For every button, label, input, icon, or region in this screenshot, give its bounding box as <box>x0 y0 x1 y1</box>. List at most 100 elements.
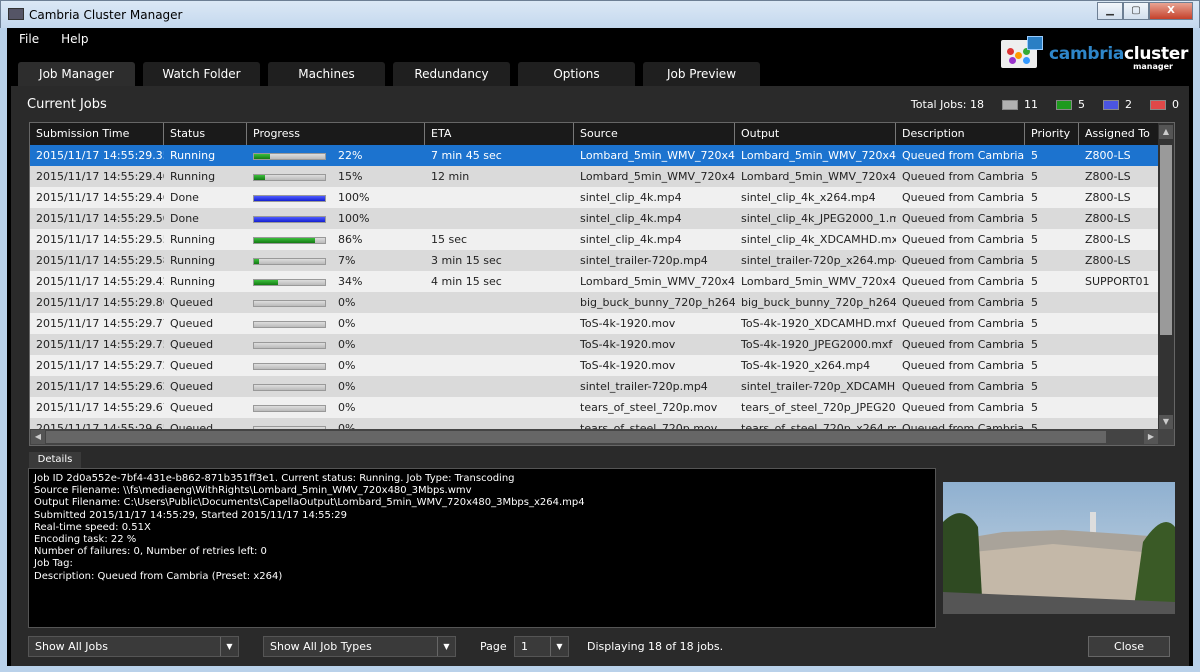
cell-eta <box>425 376 574 397</box>
tab-redundancy[interactable]: Redundancy <box>393 62 510 86</box>
details-line: Real-time speed: 0.51X <box>34 521 151 533</box>
maximize-button[interactable]: ▢ <box>1123 2 1149 20</box>
cell-time: 2015/11/17 14:55:29.581 <box>36 254 164 267</box>
column-header-priority[interactable]: Priority <box>1025 123 1079 145</box>
details-line: Output Filename: C:\Users\Public\Documen… <box>34 497 585 509</box>
cell-time: 2015/11/17 14:55:29.804 <box>36 296 164 309</box>
scroll-right-icon[interactable]: ▶ <box>1144 430 1158 444</box>
details-line: Description: Queued from Cambria (Preset… <box>34 570 283 582</box>
scroll-left-icon[interactable]: ◀ <box>31 430 45 444</box>
table-row[interactable]: 2015/11/17 14:55:29.751 Queued 0% ToS-4k-19… <box>30 334 1159 355</box>
page-dropdown[interactable]: 1 ▼ <box>514 636 569 657</box>
column-header-submission-time[interactable]: Submission Time <box>30 123 164 145</box>
app-icon <box>8 8 24 20</box>
table-row[interactable]: 2015/11/17 14:55:29.354 Running 22% 7 min 4… <box>30 145 1159 166</box>
scroll-down-icon[interactable]: ▼ <box>1159 415 1173 429</box>
cell-source: Lombard_5min_WMV_720x480 <box>580 149 735 162</box>
column-header-output[interactable]: Output <box>735 123 896 145</box>
details-line: Job Tag: <box>34 558 73 570</box>
table-row[interactable]: 2015/11/17 14:55:29.729 Queued 0% ToS-4k-19… <box>30 355 1159 376</box>
table-row[interactable]: 2015/11/17 14:55:29.553 Running 86% 15 sec s… <box>30 229 1159 250</box>
close-window-button[interactable]: X <box>1149 2 1193 20</box>
column-header-description[interactable]: Description <box>896 123 1025 145</box>
cell-priority: 5 <box>1031 359 1038 372</box>
table-row[interactable]: 2015/11/17 14:55:29.400 Running 15% 12 min L… <box>30 166 1159 187</box>
table-row[interactable]: 2015/11/17 14:55:29.804 Queued 0% big_buck_… <box>30 292 1159 313</box>
tab-job-manager[interactable]: Job Manager <box>18 62 135 86</box>
column-header-progress[interactable]: Progress <box>247 123 425 145</box>
cell-eta <box>425 355 574 376</box>
progress-cell: 7% <box>247 250 425 271</box>
tab-machines[interactable]: Machines <box>268 62 385 86</box>
job-filter-dropdown[interactable]: Show All Jobs ▼ <box>28 636 239 657</box>
hscroll-thumb[interactable] <box>46 431 1106 443</box>
cell-source: sintel_trailer-720p.mp4 <box>580 380 708 393</box>
progress-percent: 0% <box>338 380 356 393</box>
scroll-up-icon[interactable]: ▲ <box>1159 125 1173 139</box>
cell-status: Running <box>170 275 216 288</box>
displaying-count: Displaying 18 of 18 jobs. <box>587 640 724 653</box>
done-count: 2 <box>1125 98 1132 111</box>
progress-fill <box>254 216 325 222</box>
cell-output: ToS-4k-1920_XDCAMHD.mxf <box>741 317 896 330</box>
tab-job-preview[interactable]: Job Preview <box>643 62 760 86</box>
progress-bar <box>253 152 326 160</box>
progress-percent: 0% <box>338 296 356 309</box>
cell-source: Lombard_5min_WMV_720x480 <box>580 275 735 288</box>
cell-eta: 3 min 15 sec <box>431 254 502 267</box>
progress-fill <box>254 195 325 201</box>
tab-watch-folder[interactable]: Watch Folder <box>143 62 260 86</box>
table-row[interactable]: 2015/11/17 14:55:29.426 Running 34% 4 min 1… <box>30 271 1159 292</box>
scroll-thumb[interactable] <box>1160 145 1172 335</box>
cell-desc: Queued from Cambria (Preset <box>902 401 1025 414</box>
menu-file[interactable]: File <box>19 32 39 46</box>
cell-priority: 5 <box>1031 275 1038 288</box>
cell-eta: 7 min 45 sec <box>431 149 502 162</box>
jobs-table: Submission Time Status Progress ETA Source Ou… <box>29 122 1175 446</box>
cell-status: Done <box>170 191 199 204</box>
job-type-dropdown[interactable]: Show All Job Types ▼ <box>263 636 456 657</box>
cell-source: ToS-4k-1920.mov <box>580 317 676 330</box>
cell-source: Lombard_5min_WMV_720x480 <box>580 170 735 183</box>
minimize-button[interactable]: ▁ <box>1097 2 1123 20</box>
column-header-status[interactable]: Status <box>164 123 247 145</box>
table-row[interactable]: 2015/11/17 14:55:29.629 Queued 0% sintel_tr… <box>30 376 1159 397</box>
table-row[interactable]: 2015/11/17 14:55:29.504 Done 100% sintel_cl… <box>30 208 1159 229</box>
cell-eta: 15 sec <box>431 233 468 246</box>
progress-bar <box>253 173 326 181</box>
cell-priority: 5 <box>1031 380 1038 393</box>
tab-options[interactable]: Options <box>518 62 635 86</box>
progress-cell: 100% <box>247 208 425 229</box>
cell-desc: Queued from Cambria (Preset <box>902 359 1025 372</box>
cell-priority: 5 <box>1031 149 1038 162</box>
cell-eta: 12 min <box>431 170 470 183</box>
tab-bar: Job Manager Watch Folder Machines Redund… <box>18 62 760 86</box>
cell-assigned: Z800-LS <box>1085 191 1131 204</box>
cell-assigned <box>1079 355 1159 376</box>
cell-source: sintel_trailer-720p.mp4 <box>580 254 708 267</box>
column-header-assigned-to[interactable]: Assigned To <box>1079 123 1159 145</box>
table-row[interactable]: 2015/11/17 14:55:29.467 Done 100% sintel_cl… <box>30 187 1159 208</box>
cell-priority: 5 <box>1031 191 1038 204</box>
column-header-eta[interactable]: ETA <box>425 123 574 145</box>
table-row[interactable]: 2015/11/17 14:55:29.775 Queued 0% ToS-4k-19… <box>30 313 1159 334</box>
table-row[interactable]: 2015/11/17 14:55:29.581 Running 7% 3 min 15… <box>30 250 1159 271</box>
job-stats: Total Jobs: 18 11 5 2 0 <box>911 98 1179 111</box>
cell-output: sintel_clip_4k_XDCAMHD.mxf <box>741 233 896 246</box>
column-header-source[interactable]: Source <box>574 123 735 145</box>
details-tab[interactable]: Details <box>29 452 81 468</box>
cell-output: Lombard_5min_WMV_720x480 <box>741 149 896 162</box>
progress-cell: 0% <box>247 313 425 334</box>
close-button[interactable]: Close <box>1088 636 1170 657</box>
horizontal-scrollbar[interactable]: ◀ ▶ <box>30 429 1174 445</box>
table-row[interactable]: 2015/11/17 14:55:29.679 Queued 0% tears_of_… <box>30 397 1159 418</box>
cell-output: sintel_clip_4k_JPEG2000_1.mxf <box>741 212 896 225</box>
progress-percent: 0% <box>338 401 356 414</box>
job-type-value: Show All Job Types <box>270 640 372 653</box>
cell-priority: 5 <box>1031 401 1038 414</box>
progress-bar <box>253 320 326 328</box>
failed-swatch <box>1150 99 1166 110</box>
menu-help[interactable]: Help <box>61 32 88 46</box>
vertical-scrollbar[interactable]: ▲ ▼ <box>1158 123 1174 431</box>
menu-bar: File Help <box>19 32 88 46</box>
